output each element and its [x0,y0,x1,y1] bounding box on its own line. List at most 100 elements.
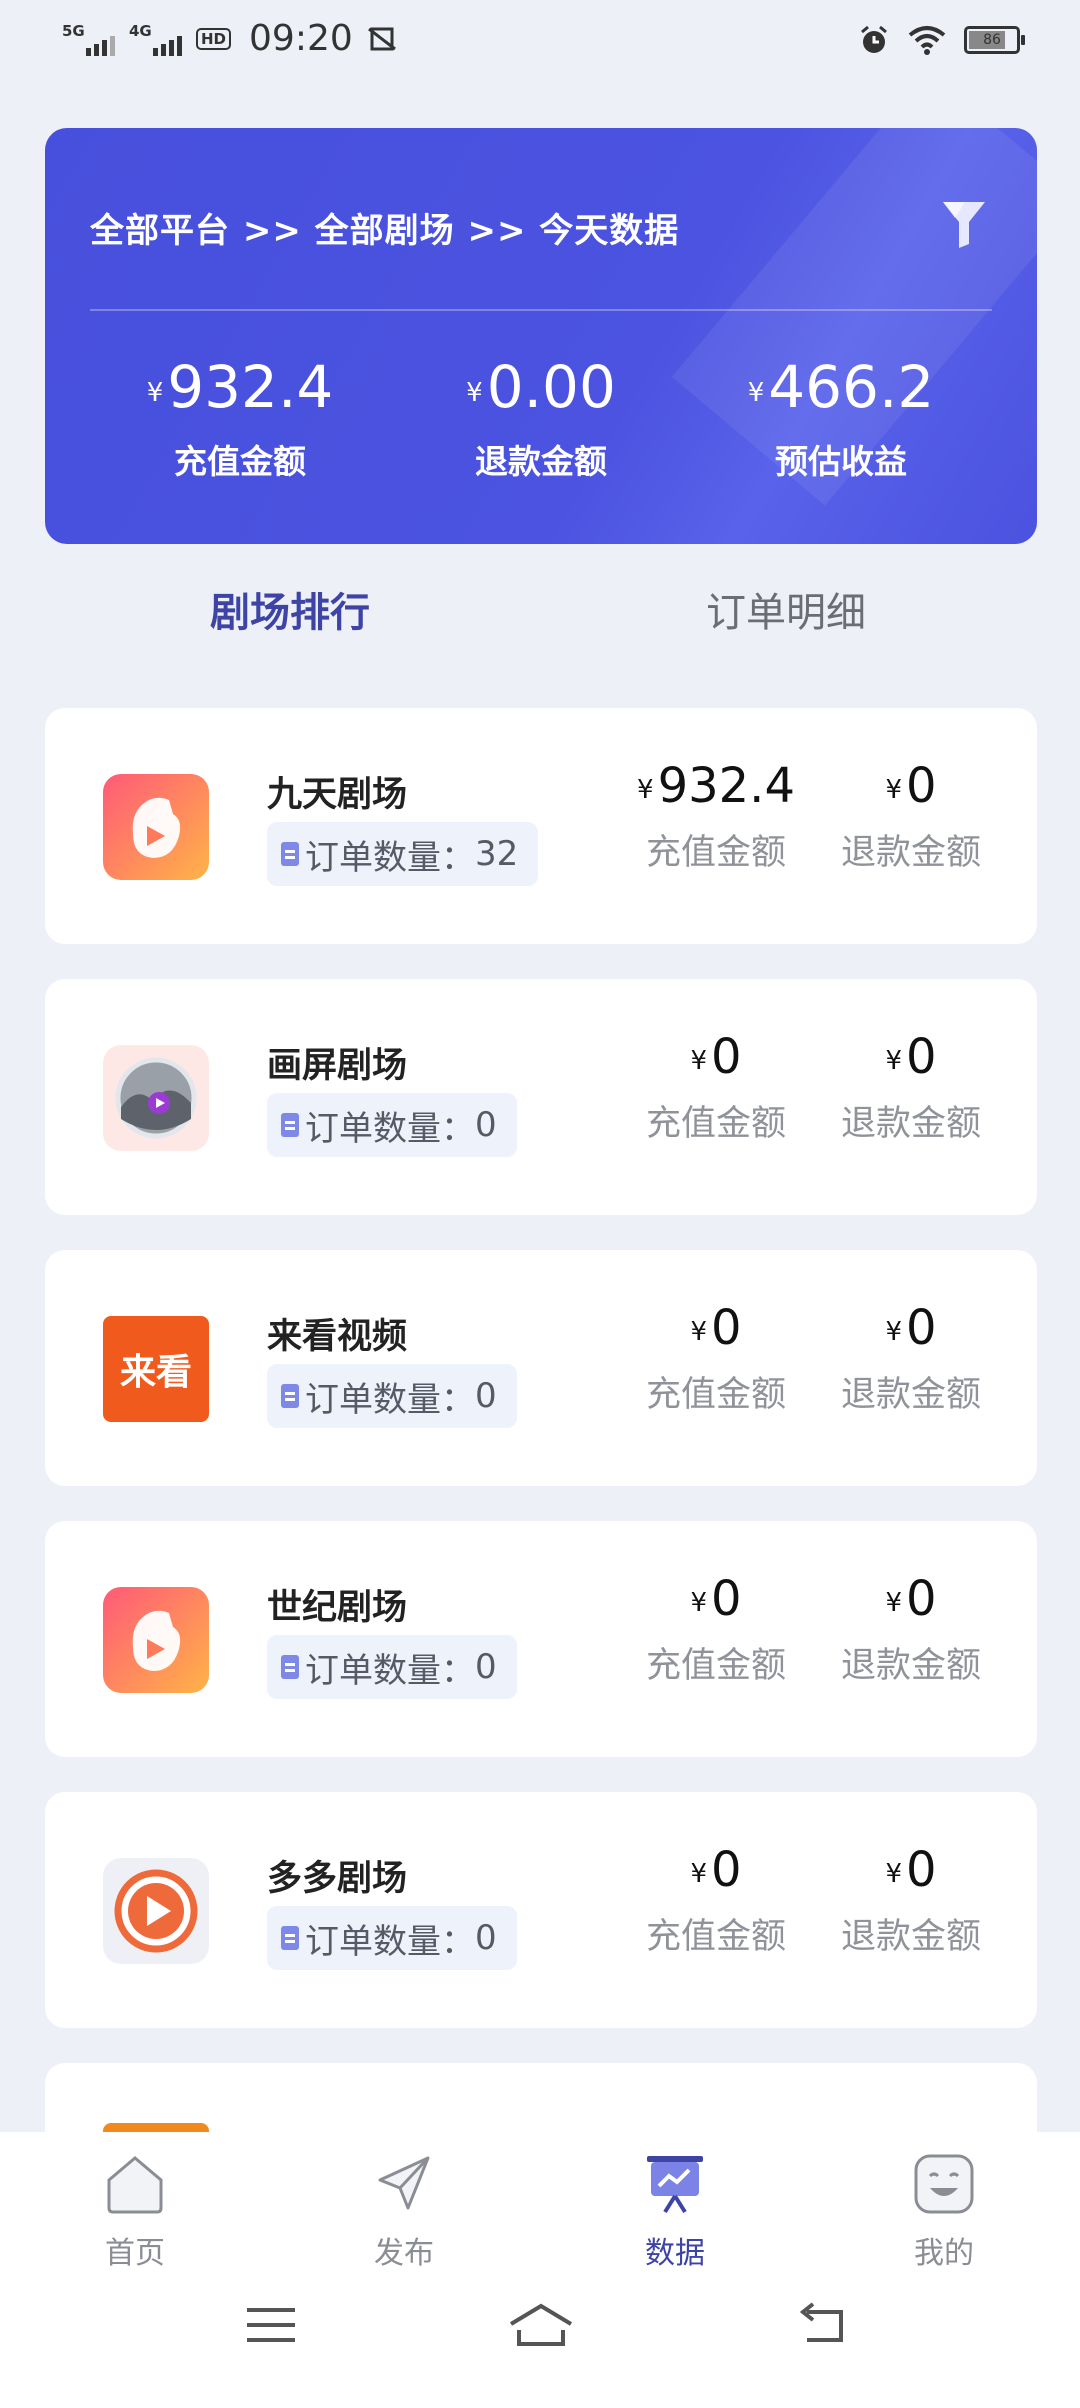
currency-symbol: ¥ [690,1588,707,1618]
currency-symbol: ¥ [146,378,164,408]
refund-label: 退款金额 [840,1917,981,1957]
stat-refund: ¥0.00 退款金额 [391,353,691,483]
status-time: 09:20 [249,18,353,59]
currency-symbol: ¥ [747,378,765,408]
signal-5g-icon: 5G [62,22,115,56]
list-item[interactable]: 世纪剧场 订单数量： 0 ¥0 充值金额 ¥0 退款金额 [45,1521,1037,1757]
bottom-nav: 首页 发布 数据 我的 [0,2132,1080,2408]
refund-value: 0 [906,1571,937,1627]
currency-symbol: ¥ [466,378,483,408]
theater-name: 九天剧场 [267,775,408,815]
order-count-badge: 订单数量： 0 [267,1093,517,1157]
refund-column: ¥0 退款金额 [826,1571,996,1688]
order-count-label: 订单数量： [305,1650,475,1691]
order-count-value: 0 [475,1918,497,1958]
stat-value: 466.2 [768,353,935,421]
logo-text: 来看 [119,1352,192,1393]
order-count-label: 订单数量： [305,1379,475,1420]
smile-face-icon [914,2154,974,2214]
stat-label: 充值金额 [174,442,306,481]
shiji-logo [103,1587,209,1693]
nav-label: 数据 [645,2236,705,2271]
list-item[interactable]: 画屏剧场 订单数量： 0 ¥0 充值金额 ¥0 退款金额 [45,979,1037,1215]
refund-label: 退款金额 [840,833,981,873]
summary-card: 全部平台 >> 全部剧场 >> 今天数据 ¥932.4 充值金额 ¥0.00 退… [45,128,1037,544]
stat-recharge: ¥932.4 充值金额 [90,353,390,483]
order-count-badge: 订单数量： 32 [267,822,539,886]
document-icon [281,1384,299,1408]
battery-level: 86 [983,32,1001,48]
nav-data[interactable]: 数据 [615,2150,735,2272]
currency-symbol: ¥ [690,1317,707,1347]
status-bar: 5G 4G HD 09:20 86 [0,0,1080,90]
system-nav-bar [0,2300,1080,2360]
breadcrumb[interactable]: 全部平台 >> 全部剧场 >> 今天数据 [90,203,679,252]
send-icon [378,2156,430,2210]
stat-value: 0.00 [486,353,616,421]
recharge-value: 0 [711,1571,742,1627]
refund-value: 0 [906,1029,937,1085]
document-icon [281,1926,299,1950]
battery-icon: 86 [964,26,1025,54]
recharge-label: 充值金额 [645,1917,786,1957]
currency-symbol: ¥ [637,775,654,805]
stat-value: 932.4 [167,353,334,421]
recharge-value: 932.4 [657,758,795,814]
nav-home[interactable]: 首页 [75,2150,195,2272]
order-count-value: 32 [475,834,519,874]
recharge-label: 充值金额 [645,1104,786,1144]
tab-theater-ranking[interactable]: 剧场排行 [210,580,370,638]
nav-label: 我的 [914,2236,974,2271]
currency-symbol: ¥ [885,1317,902,1347]
recharge-value: 0 [711,1029,742,1085]
theater-name: 多多剧场 [267,1859,408,1899]
refund-label: 退款金额 [840,1646,981,1686]
order-count-label: 订单数量： [305,837,475,878]
recharge-column: ¥932.4 充值金额 [631,758,801,875]
tab-order-details[interactable]: 订单明细 [706,580,866,638]
refund-label: 退款金额 [840,1104,981,1144]
home-button-icon[interactable] [505,2300,577,2350]
filter-icon[interactable] [941,198,987,250]
document-icon [281,1113,299,1137]
recharge-column: ¥0 充值金额 [631,1029,801,1146]
currency-symbol: ¥ [885,1588,902,1618]
refund-label: 退款金额 [840,1375,981,1415]
refund-column: ¥0 退款金额 [826,1300,996,1417]
recharge-label: 充值金额 [645,1646,786,1686]
menu-icon[interactable] [243,2300,299,2350]
wifi-icon [908,26,946,55]
refund-value: 0 [906,758,937,814]
nav-publish[interactable]: 发布 [344,2150,464,2272]
refund-value: 0 [906,1842,937,1898]
theater-name: 世纪剧场 [267,1588,408,1628]
chart-board-icon [647,2156,703,2214]
back-icon[interactable] [793,2300,849,2350]
stat-label: 预估收益 [775,442,907,481]
list-item[interactable]: 来看 来看视频 订单数量： 0 ¥0 充值金额 ¥0 退款金额 [45,1250,1037,1486]
screenshot-icon [367,27,396,50]
order-count-value: 0 [475,1376,497,1416]
order-count-badge: 订单数量： 0 [267,1635,517,1699]
order-count-label: 订单数量： [305,1921,475,1962]
recharge-column: ¥0 充值金额 [631,1842,801,1959]
list-item[interactable]: 九天剧场 订单数量： 32 ¥932.4 充值金额 ¥0 退款金额 [45,708,1037,944]
jiutian-logo [103,774,209,880]
divider [90,309,992,311]
currency-symbol: ¥ [690,1859,707,1889]
list-item[interactable]: 多多剧场 订单数量： 0 ¥0 充值金额 ¥0 退款金额 [45,1792,1037,2028]
currency-symbol: ¥ [885,775,902,805]
order-count-value: 0 [475,1647,497,1687]
document-icon [281,842,299,866]
recharge-column: ¥0 充值金额 [631,1300,801,1417]
recharge-value: 0 [711,1300,742,1356]
alarm-icon [861,25,887,53]
nav-mine[interactable]: 我的 [884,2150,1004,2272]
currency-symbol: ¥ [885,1046,902,1076]
home-icon [107,2156,163,2214]
refund-column: ¥0 退款金额 [826,1029,996,1146]
network-type: 4G [129,21,152,40]
refund-column: ¥0 退款金额 [826,1842,996,1959]
order-count-label: 订单数量： [305,1108,475,1149]
stat-label: 退款金额 [475,442,607,481]
